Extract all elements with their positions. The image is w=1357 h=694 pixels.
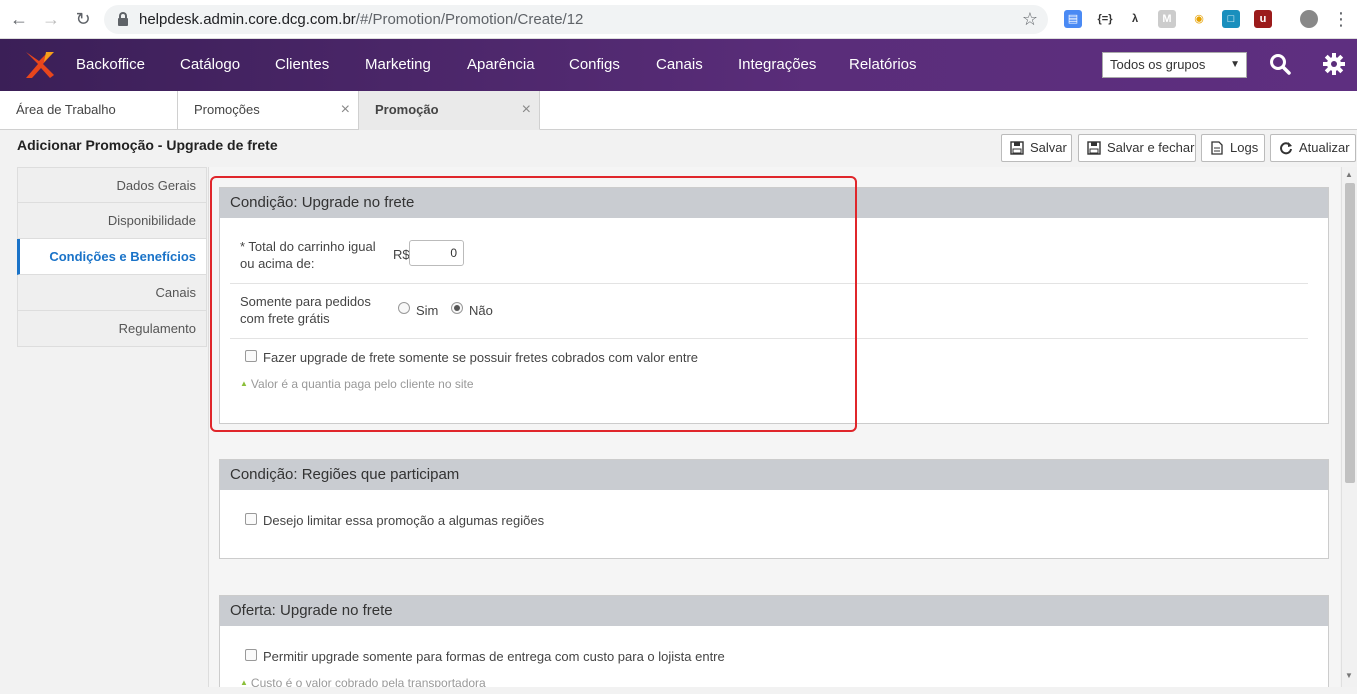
carrier-cost-label: Permitir upgrade somente para formas de … [263, 649, 725, 664]
panel-oferta-frete: Oferta: Upgrade no frete Permitir upgrad… [219, 595, 1329, 687]
menu-integracoes[interactable]: Integrações [738, 56, 816, 73]
lock-icon [118, 12, 128, 26]
menu-marketing[interactable]: Marketing [365, 56, 431, 73]
limit-regions-label: Desejo limitar essa promoção a algumas r… [263, 513, 545, 528]
radio-sim[interactable] [398, 302, 410, 314]
divider [230, 338, 1308, 339]
extension-icon[interactable]: ◉ [1190, 10, 1208, 28]
triangle-up-icon: ▲ [240, 379, 248, 388]
hint-text: ▲ Valor é a quantia paga pelo cliente no … [240, 377, 474, 391]
brand-logo [26, 52, 54, 78]
address-bar[interactable]: helpdesk.admin.core.dcg.com.br/#/Promoti… [104, 5, 1048, 34]
refresh-icon [1280, 142, 1292, 155]
panel-condicao-regioes: Condição: Regiões que participam Desejo … [219, 459, 1329, 559]
nav-condicoes-beneficios[interactable]: Condições e Benefícios [17, 239, 207, 275]
nav-dados-gerais[interactable]: Dados Gerais [17, 167, 207, 203]
radio-nao[interactable] [451, 302, 463, 314]
tab-promocoes[interactable]: Promoções × [178, 91, 359, 130]
tab-area-de-trabalho[interactable]: Área de Trabalho [0, 91, 178, 130]
page-title: Adicionar Promoção - Upgrade de frete [17, 137, 278, 153]
close-icon[interactable]: × [341, 91, 350, 129]
hint-text: ▲ Custo é o valor cobrado pela transporta… [240, 676, 486, 687]
menu-backoffice[interactable]: Backoffice [76, 56, 145, 73]
scroll-thumb[interactable] [1345, 183, 1355, 483]
gear-icon[interactable] [1322, 52, 1346, 76]
panel-title: Condição: Regiões que participam [220, 460, 1328, 490]
cart-total-input[interactable]: 0 [409, 240, 464, 266]
refresh-label: Atualizar [1299, 140, 1350, 155]
nav-disponibilidade[interactable]: Disponibilidade [17, 203, 207, 239]
tab-label: Promoções [194, 102, 260, 117]
forward-icon[interactable]: → [40, 8, 62, 30]
tab-promocao[interactable]: Promoção × [359, 91, 540, 130]
scrollbar[interactable]: ▲ ▼ [1341, 167, 1357, 687]
tab-label: Promoção [375, 102, 439, 117]
save-close-button[interactable]: Salvar e fechar [1078, 134, 1196, 162]
chevron-down-icon: ▼ [1230, 59, 1240, 70]
nav-canais[interactable]: Canais [17, 275, 207, 311]
extension-icon[interactable]: M [1158, 10, 1176, 28]
currency-label: R$ [393, 247, 410, 262]
url-text: helpdesk.admin.core.dcg.com.br/#/Promoti… [139, 11, 584, 28]
free-shipping-label: Somente para pedidos com frete grátis [240, 294, 371, 326]
close-icon[interactable]: × [522, 91, 531, 129]
document-icon [1211, 141, 1223, 155]
search-icon[interactable] [1268, 52, 1292, 76]
group-select-value: Todos os grupos [1110, 57, 1206, 72]
bookmark-star-icon[interactable]: ☆ [1022, 9, 1038, 30]
browser-menu-icon[interactable]: ⋮ [1330, 8, 1352, 30]
extension-icon[interactable]: u [1254, 10, 1272, 28]
extension-icon[interactable]: λ [1126, 10, 1144, 28]
panel-title: Oferta: Upgrade no frete [220, 596, 1328, 626]
menu-canais[interactable]: Canais [656, 56, 703, 73]
panel-title: Condição: Upgrade no frete [220, 188, 1328, 218]
app-header: Backoffice Catálogo Clientes Marketing A… [0, 39, 1357, 91]
menu-aparencia[interactable]: Aparência [467, 56, 535, 73]
carrier-cost-checkbox[interactable] [245, 649, 257, 661]
floppy-icon [1087, 141, 1101, 155]
scroll-down-icon[interactable]: ▼ [1345, 671, 1353, 680]
logs-button[interactable]: Logs [1201, 134, 1265, 162]
save-label: Salvar [1030, 140, 1067, 155]
save-close-label: Salvar e fechar [1107, 140, 1195, 155]
limit-regions-checkbox[interactable] [245, 513, 257, 525]
extension-icon[interactable]: □ [1222, 10, 1240, 28]
divider [230, 283, 1308, 284]
triangle-up-icon: ▲ [240, 678, 248, 687]
form-area: Condição: Upgrade no frete * Total do ca… [208, 167, 1340, 687]
extension-icon[interactable]: ▤ [1064, 10, 1082, 28]
menu-clientes[interactable]: Clientes [275, 56, 329, 73]
back-icon[interactable]: ← [8, 8, 30, 30]
tab-label: Área de Trabalho [16, 102, 116, 117]
save-button[interactable]: Salvar [1001, 134, 1072, 162]
upgrade-range-label: Fazer upgrade de frete somente se possui… [263, 350, 698, 365]
section-nav: Dados Gerais Disponibilidade Condições e… [17, 167, 207, 347]
scroll-up-icon[interactable]: ▲ [1345, 170, 1353, 179]
panel-condicao-frete: Condição: Upgrade no frete * Total do ca… [219, 187, 1329, 424]
menu-configs[interactable]: Configs [569, 56, 620, 73]
nav-regulamento[interactable]: Regulamento [17, 311, 207, 347]
tab-bar: Área de Trabalho Promoções × Promoção × [0, 91, 1357, 130]
menu-relatorios[interactable]: Relatórios [849, 56, 917, 73]
logs-label: Logs [1230, 140, 1259, 155]
extension-icon[interactable]: {=} [1096, 10, 1114, 28]
radio-sim-label: Sim [416, 303, 439, 318]
radio-nao-label: Não [469, 303, 493, 318]
total-label: * Total do carrinho igual ou acima de: [240, 239, 376, 271]
reload-icon[interactable]: ↻ [72, 8, 94, 30]
refresh-button[interactable]: Atualizar [1270, 134, 1356, 162]
menu-catalogo[interactable]: Catálogo [180, 56, 240, 73]
upgrade-range-checkbox[interactable] [245, 350, 257, 362]
profile-avatar[interactable] [1300, 10, 1318, 28]
floppy-icon [1010, 141, 1024, 155]
group-select[interactable]: Todos os grupos ▼ [1102, 52, 1247, 78]
browser-toolbar: ← → ↻ helpdesk.admin.core.dcg.com.br/#/P… [0, 0, 1357, 39]
